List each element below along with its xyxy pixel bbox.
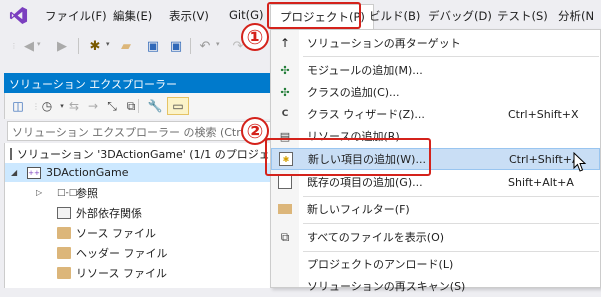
tree-item-external-deps[interactable]: 外部依存関係 <box>57 203 142 222</box>
folder-icon <box>57 226 71 239</box>
tree-item-project[interactable]: ◢ ++ 3DActionGame <box>5 163 284 182</box>
collapse-arrow-icon[interactable]: ▷ <box>36 188 42 197</box>
tree-item-header-files[interactable]: ヘッダー ファイル <box>57 243 168 262</box>
annotation-box-new-item <box>265 138 431 176</box>
toolbar-separator <box>138 99 139 113</box>
properties-wrench-icon[interactable]: 🔧 <box>146 98 164 114</box>
retarget-icon: ↑ <box>279 36 291 50</box>
toolbar-separator <box>78 38 79 54</box>
visual-studio-logo-icon <box>9 6 28 25</box>
tree-item-resource-files[interactable]: リソース ファイル <box>57 263 167 282</box>
undo-dropdown-icon[interactable]: ▾ <box>216 40 220 48</box>
menu-separator <box>303 223 599 224</box>
back-icon[interactable]: ◀ <box>20 37 38 55</box>
class-icon: ✣ <box>280 85 290 99</box>
tree-item-references[interactable]: ▷ □-□ 参照 <box>5 183 98 202</box>
menu-edit[interactable]: 編集(E) <box>113 8 152 24</box>
solution-tree: ソリューション '3DActionGame' (1/1 のプロジェクト) ◢ +… <box>4 143 296 288</box>
annotation-box-project-menu <box>267 2 361 29</box>
menu-item-add-class[interactable]: ✣ クラスの追加(C)... <box>271 81 600 103</box>
menu-item-add-module[interactable]: ✣ モジュールの追加(M)... <box>271 59 600 81</box>
menu-separator <box>303 251 599 252</box>
preview-selected-icon[interactable]: ▭ <box>167 97 189 115</box>
menu-test[interactable]: テスト(S) <box>497 8 548 24</box>
module-icon: ✣ <box>280 63 290 77</box>
cpp-project-icon: ++ <box>27 166 41 179</box>
tree-item-solution[interactable]: ソリューション '3DActionGame' (1/1 のプロジェクト) <box>10 144 296 163</box>
save-all-icon[interactable]: ▣ <box>167 37 185 55</box>
toolbar-separator <box>190 38 191 54</box>
annotation-step-1: ① <box>241 23 269 51</box>
undo-icon[interactable]: ↶ <box>196 37 214 55</box>
new-project-icon[interactable]: ✱ <box>86 37 104 55</box>
solution-icon <box>10 147 12 160</box>
menu-file[interactable]: ファイル(F) <box>45 8 107 24</box>
menu-analyze[interactable]: 分析(N <box>558 8 594 24</box>
sync-back-icon[interactable]: ⇆ <box>65 98 83 114</box>
folder-icon <box>57 266 71 279</box>
external-deps-icon <box>57 206 71 219</box>
switch-views-icon[interactable]: ◫ <box>9 98 27 114</box>
menu-debug[interactable]: デバッグ(D) <box>428 8 492 24</box>
menu-item-class-wizard[interactable]: C クラス ウィザード(Z)... Ctrl+Shift+X <box>271 103 600 125</box>
open-folder-icon[interactable]: ▰ <box>117 37 135 55</box>
menu-build[interactable]: ビルド(B) <box>369 8 420 24</box>
new-filter-icon <box>278 204 292 214</box>
menu-view[interactable]: 表示(V) <box>169 8 209 24</box>
save-icon[interactable]: ▣ <box>144 37 162 55</box>
menu-git[interactable]: Git(G) <box>229 8 264 22</box>
solution-explorer-toolbar: ◫ ⋮ ◷ ▾ ⇆ → ⤡ ⧉ 🔧 ▭ <box>4 93 283 119</box>
show-all-files-icon: ⧉ <box>280 229 290 244</box>
solution-explorer-title: ソリューション エクスプローラー <box>4 73 283 93</box>
collapse-all-icon[interactable]: ⤡ <box>103 98 121 114</box>
sync-forward-icon[interactable]: → <box>84 98 102 114</box>
menu-item-show-all-files[interactable]: ⧉ すべてのファイルを表示(O) <box>271 226 600 248</box>
class-wizard-icon: C <box>281 109 289 119</box>
menu-item-rescan-solution[interactable]: ソリューションの再スキャン(S) <box>271 275 600 297</box>
annotation-step-2: ② <box>241 117 269 145</box>
mouse-cursor-icon <box>573 152 587 172</box>
menu-separator <box>303 196 599 197</box>
references-icon: □-□ <box>57 187 78 198</box>
forward-icon[interactable]: ▶ <box>53 37 71 55</box>
tree-item-source-files[interactable]: ソース ファイル <box>57 223 156 242</box>
menu-item-unload-project[interactable]: プロジェクトのアンロード(L) <box>271 253 600 275</box>
expand-arrow-icon[interactable]: ◢ <box>11 168 17 177</box>
existing-item-icon <box>278 175 292 189</box>
menu-item-retarget-solution[interactable]: ↑ ソリューションの再ターゲット <box>271 32 600 54</box>
back-dropdown-icon[interactable]: ▾ <box>37 40 41 48</box>
new-project-dropdown-icon[interactable]: ▾ <box>106 40 110 48</box>
menu-separator <box>303 56 599 57</box>
menu-item-new-filter[interactable]: 新しいフィルター(F) <box>271 198 600 220</box>
folder-icon <box>57 246 71 259</box>
